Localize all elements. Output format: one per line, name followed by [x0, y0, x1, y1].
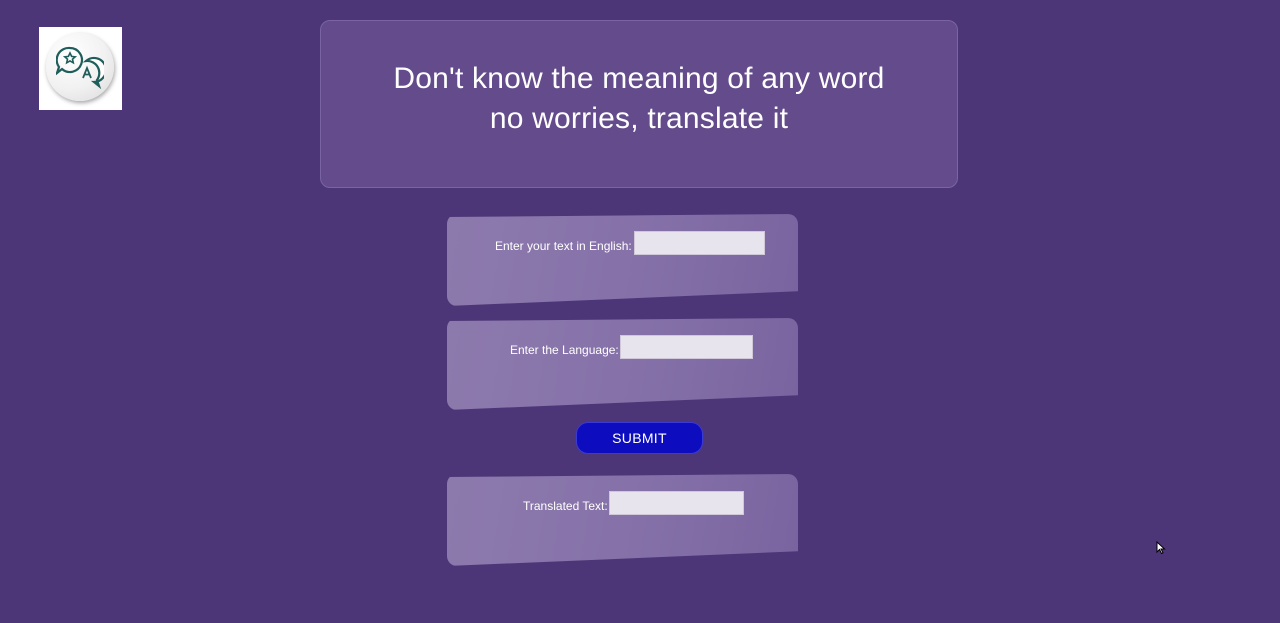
english-text-input[interactable] — [634, 231, 765, 255]
hero-heading-line1: Don't know the meaning of any word — [393, 62, 885, 95]
hero-panel: Don't know the meaning of any word no wo… — [320, 20, 958, 188]
logo-badge — [46, 33, 114, 101]
translated-text-output[interactable] — [609, 491, 744, 515]
logo — [39, 27, 122, 110]
language-card: Enter the Language: — [447, 318, 798, 410]
language-input[interactable] — [620, 335, 753, 359]
submit-button[interactable]: SUBMIT — [576, 422, 703, 454]
translated-text-card: Translated Text: — [447, 474, 798, 566]
english-text-label: Enter your text in English: — [495, 239, 632, 253]
english-text-card: Enter your text in English: — [447, 214, 798, 306]
translate-icon — [56, 46, 104, 89]
translated-text-label: Translated Text: — [523, 499, 608, 513]
mouse-pointer-icon — [1156, 541, 1166, 555]
hero-heading-line2: no worries, translate it — [489, 102, 789, 135]
language-label: Enter the Language: — [510, 343, 619, 357]
page: Don't know the meaning of any word no wo… — [0, 0, 1280, 623]
